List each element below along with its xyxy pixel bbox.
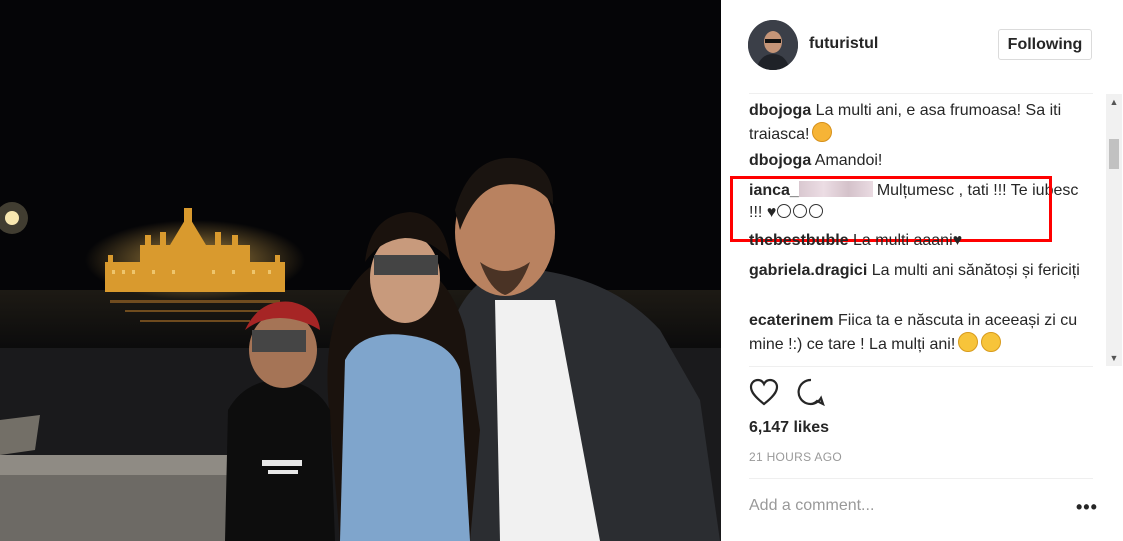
following-button[interactable]: Following [998, 29, 1092, 60]
comments-list: dbojoga La multi ani, e asa frumoasa! Sa… [721, 94, 1123, 366]
scroll-down-icon[interactable]: ▼ [1109, 353, 1119, 363]
comments-scrollbar[interactable]: ▲ ▼ [1106, 94, 1122, 366]
add-comment-input[interactable] [749, 492, 1069, 520]
scroll-up-icon[interactable]: ▲ [1109, 97, 1119, 107]
likes-count[interactable]: 6,147 likes [749, 419, 829, 437]
comment-username[interactable]: dbojoga [749, 102, 811, 119]
list-item: dbojoga Amandoi! [749, 150, 1087, 172]
heart-icon[interactable] [749, 378, 779, 406]
comment-text: Amandoi! [814, 152, 883, 169]
list-item: dbojoga La multi ani, e asa frumoasa! Sa… [749, 100, 1087, 146]
avatar-image [748, 20, 798, 70]
list-item: gabriela.dragici La multi ani sănătoși ș… [749, 260, 1087, 282]
comment-text: La multi aaani♥ [853, 232, 963, 249]
scrollbar-thumb[interactable] [1109, 139, 1119, 169]
avatar[interactable] [748, 20, 798, 70]
comment-username[interactable]: ecaterinem [749, 312, 834, 329]
list-item: ecaterinem Fiica ta e născuta in aceeași… [749, 310, 1087, 356]
comment-text: La multi ani sănătoși și fericiți [871, 262, 1080, 279]
post-photo[interactable] [0, 0, 721, 541]
night-photo-illustration [0, 0, 721, 541]
comment-username[interactable]: dbojoga [749, 152, 811, 169]
more-options-icon[interactable]: ••• [1076, 497, 1098, 518]
smiling-face-icon [981, 332, 1002, 352]
post-timestamp[interactable]: 21 HOURS AGO [749, 450, 842, 464]
comment-username[interactable]: thebestbuble [749, 232, 849, 249]
post-sidebar: futuristul Following dbojoga La multi an… [721, 0, 1123, 541]
list-item: thebestbuble La multi aaani♥ [749, 230, 1087, 252]
comments-divider [749, 366, 1093, 367]
grinning-face-icon [958, 332, 979, 352]
post-header: futuristul Following [721, 0, 1123, 93]
footer-divider [749, 478, 1093, 479]
kissing-face-icon [812, 122, 833, 142]
comment-icon[interactable] [797, 378, 825, 406]
post-username[interactable]: futuristul [809, 35, 878, 53]
comment-username[interactable]: gabriela.dragici [749, 262, 867, 279]
